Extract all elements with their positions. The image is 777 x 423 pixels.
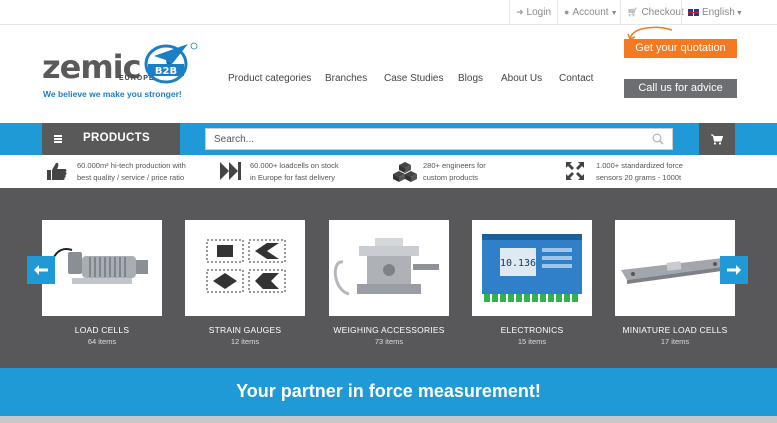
search-icon[interactable]: [652, 133, 664, 145]
products-label: PRODUCTS: [83, 132, 150, 144]
carousel-next-button[interactable]: [720, 256, 748, 284]
category-card-weighing-accessories[interactable]: [329, 220, 449, 316]
products-menu-button[interactable]: PRODUCTS: [42, 123, 180, 155]
category-count: 17 items: [660, 337, 690, 346]
strain-gauge-image: [206, 239, 286, 293]
sign-in-icon: ➜: [516, 7, 524, 17]
usp-line2: best quality / service / price ratio: [77, 173, 185, 182]
logo-tagline: We believe we make you stronger!: [43, 89, 182, 99]
get-quotation-button[interactable]: Get your quotation: [624, 39, 737, 58]
call-for-advice-button[interactable]: Call us for advice: [624, 79, 737, 98]
shopping-cart-icon: [711, 134, 723, 145]
login-label: Login: [526, 7, 552, 18]
category-count: 12 items: [230, 337, 260, 346]
load-cell-image: [49, 248, 148, 284]
banner-heading: Your partner in force measurement!: [236, 381, 541, 401]
category-card-miniature-load-cells[interactable]: [615, 220, 735, 316]
category-card-electronics[interactable]: 10.136: [472, 220, 592, 316]
login-link[interactable]: ➜ Login: [509, 0, 557, 25]
zemic-logo[interactable]: zemic EUROPE B2B We believe we make you …: [42, 40, 198, 102]
nav-branches[interactable]: Branches: [325, 73, 367, 84]
usp-line1: 280+ engineers for: [423, 161, 486, 170]
category-card-load-cells[interactable]: [42, 220, 162, 316]
nav-blogs[interactable]: Blogs: [458, 73, 483, 84]
nav-contact[interactable]: Contact: [559, 73, 593, 84]
hamburger-icon: [54, 135, 62, 143]
fast-forward-icon: [220, 162, 241, 180]
weighing-accessory-image: [333, 238, 439, 296]
carousel-prev-button[interactable]: [27, 256, 55, 284]
account-dropdown[interactable]: ● Account ▼: [557, 0, 624, 25]
language-dropdown[interactable]: English▼: [681, 0, 777, 25]
thumbs-up-icon: [47, 162, 67, 180]
arrow-left-icon: [34, 265, 48, 275]
electronics-image: 10.136: [482, 234, 582, 302]
usp-line2: custom products: [423, 173, 479, 182]
nav-case-studies[interactable]: Case Studies: [384, 73, 443, 84]
cart-icon: 🛒︎: [627, 7, 639, 17]
account-label: Account: [572, 7, 609, 18]
checkout-link[interactable]: 🛒︎ Checkout: [620, 0, 690, 25]
usp-line1: 60.000+ loadcells on stock: [250, 161, 339, 170]
arrow-right-icon: [727, 265, 741, 275]
top-utility-bar: ➜ Login ● Account ▼ 🛒︎ Checkout English▼: [0, 0, 777, 25]
category-count: 73 items: [374, 337, 404, 346]
uk-flag-icon: [688, 8, 699, 16]
category-title[interactable]: WEIGHING ACCESSORIES: [319, 325, 459, 335]
usp-line1: 1.000+ standardized force: [596, 161, 683, 170]
user-icon: ●: [564, 7, 570, 17]
miniature-load-cell-image: [621, 258, 729, 284]
checkout-label: Checkout: [641, 7, 684, 18]
usp-line2: sensors 20 grams - 1000t: [596, 173, 682, 182]
category-title[interactable]: LOAD CELLS: [32, 325, 172, 335]
search-box: [205, 128, 673, 150]
caret-down-icon: ▼: [610, 10, 618, 17]
nav-about-us[interactable]: About Us: [501, 73, 542, 84]
usp-line2: in Europe for fast delivery: [250, 173, 336, 182]
language-label: English: [702, 7, 735, 18]
category-title[interactable]: ELECTRONICS: [462, 325, 602, 335]
bottom-divider: [0, 416, 777, 423]
b2b-badge-icon: B2B: [144, 42, 198, 84]
cart-button[interactable]: [699, 123, 735, 155]
logo-badge-text: B2B: [155, 66, 177, 77]
partner-banner: Your partner in force measurement!: [0, 368, 777, 416]
category-title[interactable]: MINIATURE LOAD CELLS: [605, 325, 745, 335]
nav-product-categories[interactable]: Product categories: [228, 73, 311, 84]
category-count: 15 items: [517, 337, 547, 346]
search-input[interactable]: [206, 129, 636, 150]
cubes-icon: [393, 162, 417, 182]
category-card-strain-gauges[interactable]: [185, 220, 305, 316]
category-title[interactable]: STRAIN GAUGES: [175, 325, 315, 335]
usp-line1: 60.000m² hi-tech production with: [77, 161, 186, 170]
caret-down-icon: ▼: [735, 10, 743, 17]
usp-strip: 60.000m² hi-tech production with best qua…: [0, 156, 777, 188]
category-count: 64 items: [87, 337, 117, 346]
svg-text:10.136: 10.136: [500, 258, 536, 269]
expand-arrows-icon: [566, 162, 584, 180]
